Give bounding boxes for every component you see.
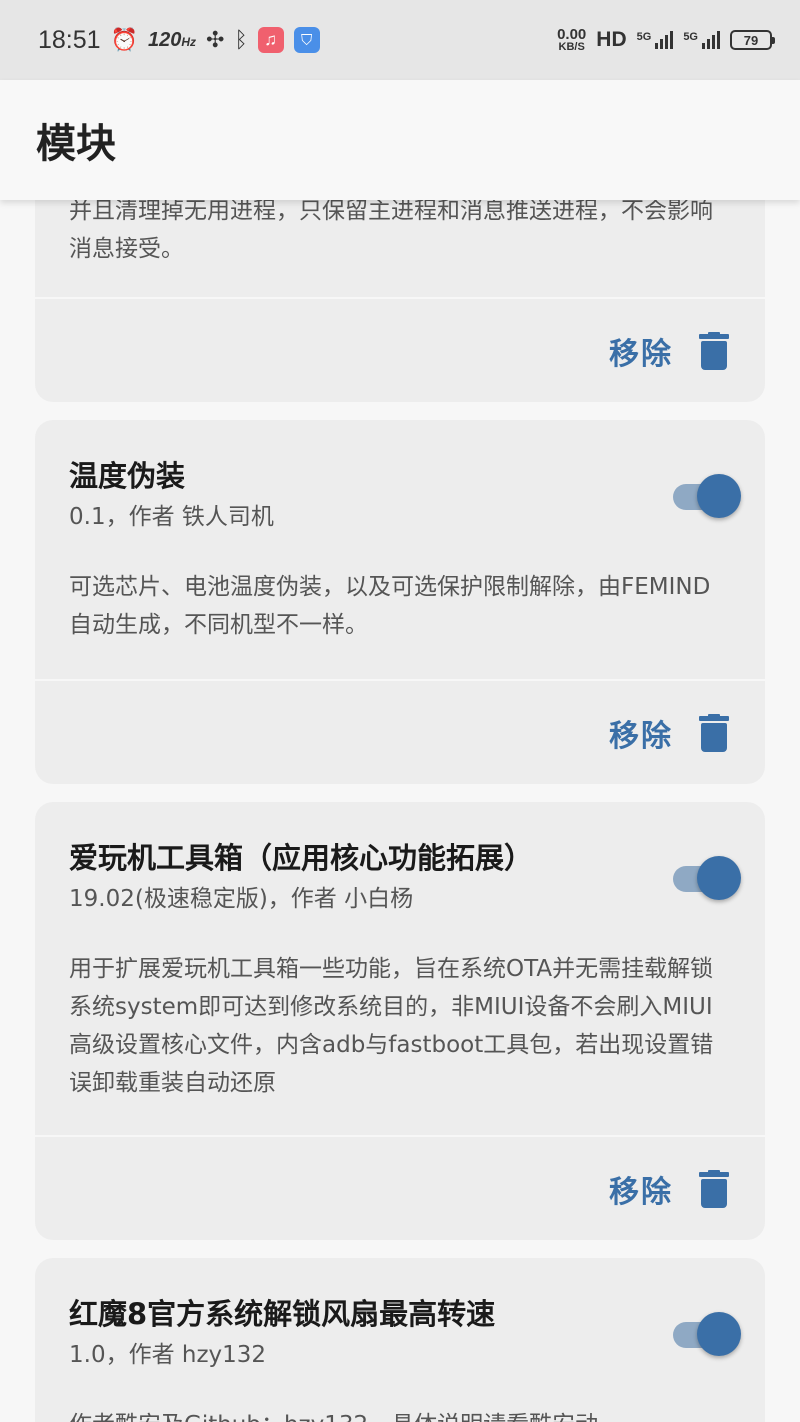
module-title: 温度伪装 (69, 459, 186, 493)
module-enable-toggle[interactable] (671, 1310, 741, 1358)
module-list[interactable]: 并且清理掉无用进程，只保留主进程和消息推送进程，不会影响消息接受。 移除 温度伪… (0, 0, 800, 1422)
module-meta: 19.02(极速稳定版)，作者 小白杨 (69, 886, 414, 912)
remove-button[interactable]: 移除 (609, 1167, 673, 1211)
module-card: 温度伪装 0.1，作者 铁人司机 可选芯片、电池温度伪装，以及可选保护限制解除，… (35, 420, 765, 784)
module-description: 可选芯片、电池温度伪装，以及可选保护限制解除，由FEMIND自动生成，不同机型不… (69, 574, 711, 638)
trash-icon[interactable] (699, 713, 729, 752)
module-description: 并且清理掉无用进程，只保留主进程和消息推送进程，不会影响消息接受。 (69, 198, 713, 262)
module-card: 红魔8官方系统解锁风扇最高转速 1.0，作者 hzy132 作者酷安及Githu… (35, 1258, 765, 1422)
trash-icon[interactable] (699, 331, 729, 370)
module-actions: 移除 (35, 679, 765, 784)
app-bar: 模块 (0, 80, 800, 200)
module-description: 用于扩展爱玩机工具箱一些功能，旨在系统OTA并无需挂载解锁系统system即可达… (69, 956, 714, 1096)
module-enable-toggle[interactable] (671, 854, 741, 902)
module-actions: 移除 (35, 297, 765, 402)
trash-icon[interactable] (699, 1169, 729, 1208)
module-title: 爱玩机工具箱（应用核心功能拓展） (69, 841, 534, 875)
remove-button[interactable]: 移除 (609, 711, 673, 755)
module-description: 作者酷安及Github：hzy132，具体说明请看酷安动 (69, 1406, 731, 1422)
module-meta: 1.0，作者 hzy132 (69, 1342, 267, 1368)
module-enable-toggle[interactable] (671, 472, 741, 520)
remove-button[interactable]: 移除 (609, 329, 673, 373)
module-card: 爱玩机工具箱（应用核心功能拓展） 19.02(极速稳定版)，作者 小白杨 用于扩… (35, 802, 765, 1240)
module-actions: 移除 (35, 1135, 765, 1240)
module-title: 红魔8官方系统解锁风扇最高转速 (69, 1297, 496, 1331)
module-meta: 0.1，作者 铁人司机 (69, 504, 274, 530)
page-title: 模块 (36, 121, 116, 167)
